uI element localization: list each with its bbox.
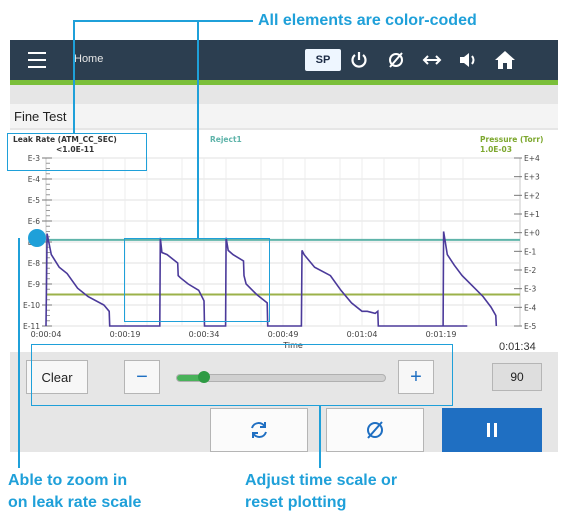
leak-rate-series-2 <box>442 231 498 327</box>
y-right-tick-label: E-5 <box>524 322 536 331</box>
pause-icon <box>487 423 497 437</box>
null-icon <box>367 421 383 439</box>
y-tick-label: E-4 <box>28 175 40 184</box>
top-bar: Home SP <box>10 40 558 80</box>
leader-top-right <box>197 20 199 238</box>
window-titlebar: Fine Test <box>10 104 558 128</box>
sp-button[interactable]: SP <box>305 49 341 71</box>
waveform-highlight <box>124 238 270 322</box>
y-right-tick-label: E+3 <box>524 173 540 182</box>
y-right-tick-label: E+2 <box>524 191 540 200</box>
hamburger-menu-icon[interactable] <box>28 52 46 68</box>
y-tick-label: E-9 <box>28 280 40 289</box>
annotation-color-coded: All elements are color-coded <box>258 12 477 29</box>
annotation-time-scale-line1: Adjust time scale or <box>245 472 398 489</box>
zoom-marker-dot <box>28 229 46 247</box>
null-button[interactable] <box>326 408 424 452</box>
home-icon[interactable] <box>493 48 517 72</box>
refresh-button[interactable] <box>210 408 308 452</box>
arrows-horizontal-icon[interactable] <box>420 48 444 72</box>
annotation-zoom-line2: on leak rate scale <box>8 494 142 511</box>
y-right-tick-label: E+4 <box>524 154 540 163</box>
window-title: Fine Test <box>14 109 67 124</box>
y-right-tick-label: E-3 <box>524 285 536 294</box>
status-stripe <box>10 80 558 85</box>
reject-label: Reject1 <box>210 135 242 144</box>
y-right-tick-label: E-2 <box>524 266 536 275</box>
pressure-axis-label: Pressure (Torr) <box>480 135 543 144</box>
y-tick-label: E-8 <box>28 259 40 268</box>
x-tick-label: 0:01:19 <box>426 330 457 339</box>
leak-rate-highlight <box>7 133 147 171</box>
leader-top-left <box>73 20 75 133</box>
x-tick-label: 0:00:49 <box>268 330 299 339</box>
annotation-time-scale-line2: reset plotting <box>245 494 347 511</box>
y-tick-label: E-5 <box>28 196 40 205</box>
x-tick-label: 0:01:04 <box>347 330 378 339</box>
x-tick-label: 0:00:19 <box>110 330 141 339</box>
y-tick-label: E-10 <box>23 301 40 310</box>
annotation-zoom-line1: Able to zoom in <box>8 472 128 489</box>
speaker-icon[interactable] <box>456 48 480 72</box>
controls-highlight <box>31 344 453 406</box>
y-right-tick-label: E+0 <box>524 229 540 238</box>
top-bar-title: Home <box>74 53 104 65</box>
power-icon[interactable] <box>347 48 371 72</box>
y-right-tick-label: E+1 <box>524 210 540 219</box>
x-tick-label: 0:00:34 <box>189 330 220 339</box>
leader-time-scale <box>319 406 321 468</box>
refresh-icon <box>251 422 267 438</box>
pressure-value: 1.0E-03 <box>480 145 512 154</box>
time-scale-value: 90 <box>492 363 542 391</box>
y-tick-label: E-6 <box>28 217 40 226</box>
y-right-tick-label: E-1 <box>524 247 536 256</box>
time-value: 0:01:34 <box>499 341 536 353</box>
x-tick-label: 0:00:04 <box>31 330 62 339</box>
y-right-tick-label: E-4 <box>524 303 536 312</box>
leader-zoom <box>18 238 20 468</box>
leader-top-horizontal <box>73 20 253 22</box>
pause-button[interactable] <box>442 408 542 452</box>
null-icon[interactable] <box>384 48 408 72</box>
